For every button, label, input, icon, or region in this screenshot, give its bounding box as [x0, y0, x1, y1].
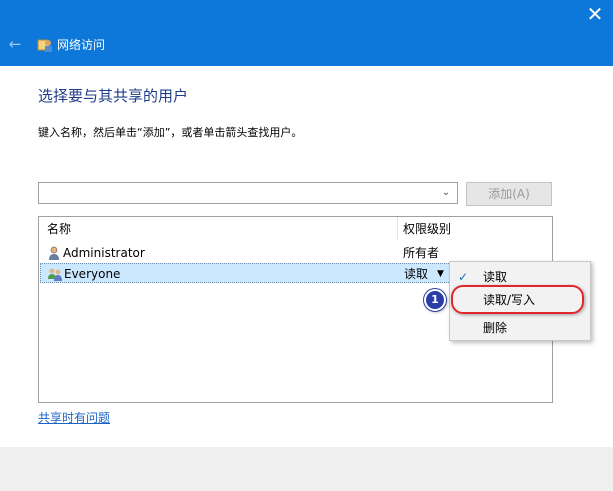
table-row[interactable]: Administrator 所有者	[40, 243, 551, 263]
user-name: Administrator	[63, 246, 145, 260]
footer-bar	[0, 447, 613, 491]
permission-level[interactable]: 读取	[404, 266, 428, 282]
permission-level: 所有者	[403, 246, 440, 260]
menu-item-label: 删除	[483, 321, 508, 335]
dropdown-caret-icon[interactable]: ▼	[437, 266, 444, 282]
step-badge: 1	[424, 289, 446, 311]
menu-item-label: 读取	[483, 270, 508, 284]
title-bar: ✕ ← 网络访问	[0, 0, 613, 66]
back-arrow-icon[interactable]: ←	[6, 35, 24, 53]
user-name: Everyone	[64, 267, 121, 281]
network-share-icon	[37, 39, 52, 52]
instruction-text: 键入名称，然后单击“添加”，或者单击箭头查找用户。	[38, 126, 303, 139]
chevron-down-icon[interactable]: ⌄	[439, 185, 453, 201]
column-divider[interactable]	[397, 217, 398, 239]
column-header-permission[interactable]: 权限级别	[403, 221, 451, 237]
checkmark-icon: ✓	[458, 270, 469, 284]
group-icon	[48, 268, 62, 281]
menu-item-remove[interactable]: 删除	[450, 317, 590, 339]
window-title: 网络访问	[57, 38, 106, 52]
user-name-input[interactable]	[41, 184, 435, 204]
column-header-name[interactable]: 名称	[47, 221, 71, 237]
add-button[interactable]: 添加(A)	[466, 182, 552, 206]
user-name-combobox[interactable]: ⌄	[38, 182, 458, 204]
close-icon[interactable]: ✕	[583, 2, 607, 26]
sharing-problem-link[interactable]: 共享时有问题	[38, 410, 110, 426]
highlight-ring	[451, 285, 584, 314]
page-title: 选择要与其共享的用户	[38, 87, 189, 105]
user-icon	[49, 246, 59, 260]
